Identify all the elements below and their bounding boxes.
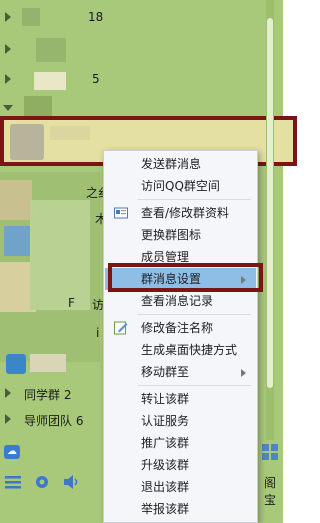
qzone-icon[interactable]: ☁ [4, 445, 20, 459]
group-avatar [10, 124, 44, 160]
gear-icon[interactable] [33, 474, 51, 490]
menu-report-group[interactable]: 举报该群 [105, 498, 256, 520]
partial-label: i [96, 326, 100, 340]
blurred-name [24, 96, 52, 118]
partial-label: 阁宝 [264, 476, 277, 507]
collapse-arrow-icon[interactable] [3, 105, 13, 111]
blurred-text [30, 200, 90, 310]
menu-change-icon[interactable]: 更换群图标 [105, 224, 256, 246]
blurred-name [36, 38, 66, 62]
group-row-3[interactable]: 5 [0, 68, 265, 92]
submenu-arrow-icon [241, 369, 246, 377]
blurred-name [30, 354, 66, 372]
group-label: 导师团队 6 [24, 414, 84, 428]
speaker-icon[interactable] [62, 474, 80, 490]
blurred-name [34, 72, 66, 90]
contact-avatar [6, 354, 26, 374]
blurred-name [22, 8, 40, 26]
blurred-avatar [0, 180, 32, 220]
expand-arrow-icon[interactable] [5, 414, 11, 424]
menu-quit-group[interactable]: 退出该群 [105, 476, 256, 498]
menu-edit-remark[interactable]: 修改备注名称 [105, 317, 256, 339]
grid-icon[interactable] [262, 444, 278, 460]
blurred-avatar [4, 226, 30, 256]
expand-arrow-icon[interactable] [5, 12, 11, 22]
menu-separator [138, 199, 251, 200]
menu-separator [138, 314, 251, 315]
menu-move-to[interactable]: 移动群至 [105, 361, 256, 383]
group-count: 18 [88, 10, 104, 24]
card-icon [114, 207, 128, 219]
blurred-name [50, 126, 90, 140]
menu-separator [138, 385, 251, 386]
group-row-1[interactable]: 18 [0, 6, 265, 30]
context-menu: 发送群消息 访问QQ群空间 查看/修改群资料 更换群图标 成员管理 群消息设置 … [103, 150, 258, 523]
scrollbar[interactable] [266, 0, 274, 440]
menu-promote-group[interactable]: 推广该群 [105, 432, 256, 454]
menu-upgrade-group[interactable]: 升级该群 [105, 454, 256, 476]
group-row-2[interactable] [0, 38, 265, 62]
menu-view-edit-info[interactable]: 查看/修改群资料 [105, 202, 256, 224]
menu-certification[interactable]: 认证服务 [105, 410, 256, 432]
menu-send-group-message[interactable]: 发送群消息 [105, 153, 256, 175]
partial-label: F [68, 296, 75, 310]
group-count: 5 [92, 72, 100, 86]
expand-arrow-icon[interactable] [5, 44, 11, 54]
menu-desktop-shortcut[interactable]: 生成桌面快捷方式 [105, 339, 256, 361]
expand-arrow-icon[interactable] [5, 388, 11, 398]
highlight-annotation-box [108, 263, 263, 292]
menu-transfer-group[interactable]: 转让该群 [105, 388, 256, 410]
menu-view-history[interactable]: 查看消息记录 [105, 290, 256, 312]
group-label: 同学群 2 [24, 388, 72, 402]
expand-arrow-icon[interactable] [5, 74, 11, 84]
menu-visit-qq-space[interactable]: 访问QQ群空间 [105, 175, 256, 197]
edit-icon [114, 321, 128, 335]
scroll-thumb[interactable] [267, 18, 273, 388]
menu-icon[interactable] [4, 474, 22, 490]
